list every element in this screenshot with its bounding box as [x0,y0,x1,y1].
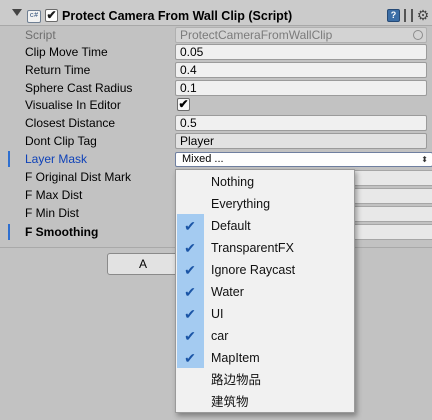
check-icon: ✔ [184,218,196,234]
menu-item-label: car [211,329,229,343]
layer-mask-label: Layer Mask [25,152,88,166]
script-field[interactable]: ProtectCameraFromWallClip [175,27,427,43]
menu-item-label: Default [211,219,251,233]
menu-item[interactable]: Nothing [176,171,354,193]
closest-distance-input[interactable]: 0.5 [175,115,427,131]
menu-item-label: Everything [211,197,271,211]
sphere-cast-radius-input[interactable]: 0.1 [175,80,427,96]
visualise-in-editor-checkbox[interactable]: ✔ [177,98,190,111]
component-header: c# ✔ Protect Camera From Wall Clip (Scri… [0,0,432,26]
menu-item[interactable]: ✔ Ignore Raycast [176,259,354,281]
f-min-dist-label: F Min Dist [25,206,79,220]
f-max-dist-input[interactable] [350,188,432,204]
component-title: Protect Camera From Wall Clip (Script) [62,9,293,23]
menu-item-label: Ignore Raycast [211,263,296,277]
f-original-dist-mark-input[interactable] [350,170,432,186]
preset-icon[interactable] [404,9,413,22]
menu-item-label: Nothing [211,175,255,189]
f-smoothing-label: F Smoothing [25,225,99,239]
check-icon: ✔ [184,328,196,344]
script-value: ProtectCameraFromWallClip [180,28,333,42]
closest-distance-label: Closest Distance [25,116,116,130]
menu-item-label: 建筑物 [211,395,249,409]
script-label: Script [25,28,56,42]
gear-icon[interactable]: ⚙ [416,7,430,23]
return-time-label: Return Time [25,63,91,77]
f-min-dist-input[interactable] [350,206,432,222]
clip-move-time-input[interactable]: 0.05 [175,44,427,60]
check-icon: ✔ [184,350,196,366]
add-component-button[interactable]: A [107,253,179,275]
menu-item-label: TransparentFX [211,241,294,255]
check-icon: ✔ [184,240,196,256]
dropdown-arrow-icon: ⬍ [421,155,428,164]
dont-clip-tag-dropdown[interactable]: Player [175,133,427,149]
layer-mask-value: Mixed ... [182,153,224,165]
f-max-dist-label: F Max Dist [25,188,83,202]
menu-item[interactable]: ✔ MapItem [176,347,354,369]
check-icon: ✔ [184,306,196,322]
menu-item[interactable]: 建筑物 [176,391,354,413]
visualise-in-editor-label: Visualise In Editor [25,98,121,112]
cs-script-icon: c# [27,10,41,23]
menu-item[interactable]: ✔ UI [176,303,354,325]
menu-item[interactable]: ✔ Water [176,281,354,303]
menu-item[interactable]: ✔ car [176,325,354,347]
foldout-arrow-icon[interactable] [12,9,22,16]
return-time-input[interactable]: 0.4 [175,62,427,78]
object-picker-icon[interactable] [413,30,423,40]
layer-mask-dropdown[interactable]: Mixed ... ⬍ [175,152,432,167]
menu-item-label: UI [211,307,224,321]
menu-item-label: 路边物品 [211,373,262,387]
help-book-icon[interactable]: ? [387,9,400,22]
modified-indicator [8,224,10,240]
layer-mask-menu: Nothing Everything ✔ Default ✔ TransparentFX ✔… [175,169,355,413]
menu-item-label: MapItem [211,351,260,365]
menu-item[interactable]: Everything [176,193,354,215]
f-original-dist-mark-label: F Original Dist Mark [25,170,132,184]
menu-item[interactable]: ✔ TransparentFX [176,237,354,259]
clip-move-time-label: Clip Move Time [25,45,108,59]
f-smoothing-input[interactable] [350,224,432,240]
menu-item[interactable]: 路边物品 [176,369,354,391]
check-icon: ✔ [184,284,196,300]
dont-clip-tag-label: Dont Clip Tag [25,134,97,148]
sphere-cast-radius-label: Sphere Cast Radius [25,81,133,95]
modified-indicator [8,151,10,167]
menu-item[interactable]: ✔ Default [176,215,354,237]
check-icon: ✔ [184,262,196,278]
component-enabled-checkbox[interactable]: ✔ [45,9,58,22]
menu-item-label: Water [211,285,244,299]
